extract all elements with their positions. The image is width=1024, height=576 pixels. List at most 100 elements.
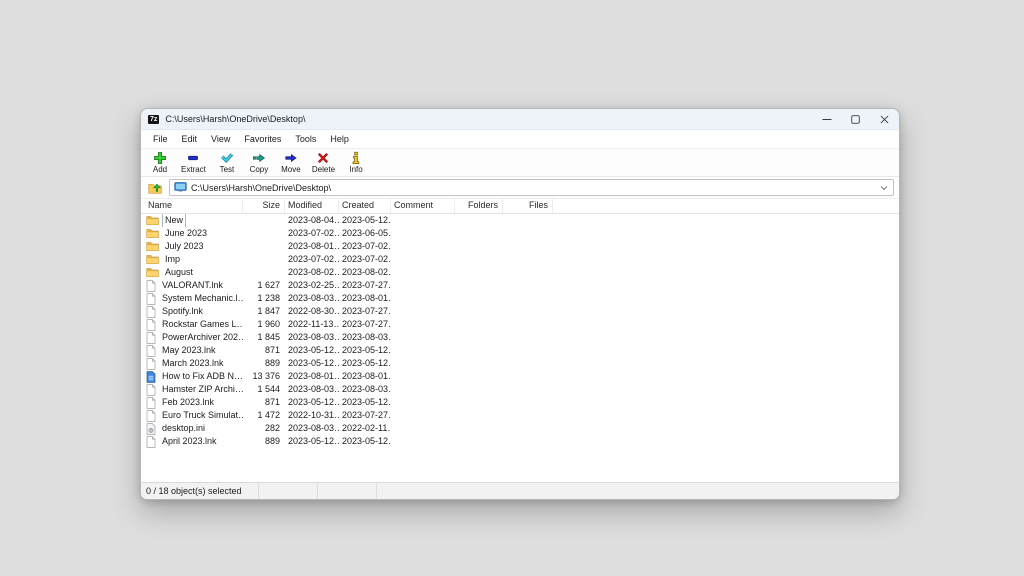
file-name: desktop.ini [159,422,208,435]
file-comment [391,383,455,396]
delete-button[interactable]: Delete [307,151,340,175]
file-row[interactable]: Feb 2023.lnk8712023-05-12…2023-05-12… [141,396,899,409]
tool-label: Add [153,165,167,175]
chevron-down-icon [880,185,888,191]
file-row[interactable]: desktop.ini2822023-08-03…2022-02-11… [141,422,899,435]
file-created: 2023-07-27… [339,318,391,331]
title-bar[interactable]: 7z C:\Users\Harsh\OneDrive\Desktop\ [141,109,899,130]
file-name: VALORANT.lnk [159,279,226,292]
menu-tools[interactable]: Tools [288,130,323,148]
file-name: Rockstar Games L… [159,318,243,331]
menu-file[interactable]: File [146,130,175,148]
extract-button[interactable]: Extract [176,151,211,175]
file-row[interactable]: May 2023.lnk8712023-05-12…2023-05-12… [141,344,899,357]
file-folders [455,279,503,292]
file-folders [455,305,503,318]
file-row[interactable]: How to Fix ADB N…13 3762023-08-01…2023-0… [141,370,899,383]
file-comment [391,396,455,409]
file-folders [455,240,503,253]
add-button[interactable]: Add [144,151,176,175]
test-button[interactable]: Test [211,151,243,175]
file-row[interactable]: April 2023.lnk8892023-05-12…2023-05-12… [141,435,899,448]
tool-label: Test [220,165,235,175]
file-name: System Mechanic.l… [159,292,243,305]
file-row[interactable]: System Mechanic.l…1 2382023-08-03…2023-0… [141,292,899,305]
file-size: 1 544 [243,383,285,396]
move-button[interactable]: Move [275,151,307,175]
file-row[interactable]: Spotify.lnk1 8472022-08-30…2023-07-27… [141,305,899,318]
info-button[interactable]: Info [340,151,372,175]
file-row[interactable]: March 2023.lnk8892023-05-12…2023-05-12… [141,357,899,370]
close-button[interactable] [870,109,899,129]
folder-icon [146,215,159,226]
file-icon [146,319,156,331]
minimize-button[interactable] [812,109,841,129]
column-header-files[interactable]: Files [503,199,553,213]
column-header-name[interactable]: Name [145,199,243,213]
file-size [243,240,285,253]
file-folders [455,318,503,331]
menu-bar: FileEditViewFavoritesToolsHelp [141,130,899,149]
maximize-button[interactable] [841,109,870,129]
file-created: 2023-07-27… [339,279,391,292]
file-row[interactable]: Imp2023-07-02…2023-07-02… [141,253,899,266]
file-folders [455,331,503,344]
file-row[interactable]: Euro Truck Simulat…1 4722022-10-31…2023-… [141,409,899,422]
file-folders [455,396,503,409]
file-icon [146,384,156,396]
file-folders [455,344,503,357]
file-size [243,227,285,240]
column-header-comment[interactable]: Comment [391,199,455,213]
file-row[interactable]: VALORANT.lnk1 6272023-02-25…2023-07-27… [141,279,899,292]
file-name: New [162,214,186,227]
file-created: 2023-05-12… [339,357,391,370]
file-name: Imp [162,253,183,266]
file-name: March 2023.lnk [159,357,227,370]
file-row[interactable]: June 20232023-07-02…2023-06-05… [141,227,899,240]
menu-help[interactable]: Help [323,130,356,148]
file-created: 2023-08-02… [339,266,391,279]
tool-label: Extract [181,165,206,175]
file-size: 1 238 [243,292,285,305]
file-row[interactable]: New2023-08-04…2023-05-12… [141,214,899,227]
file-name-cell: Euro Truck Simulat… [145,409,243,422]
file-folders [455,253,503,266]
file-name-cell: May 2023.lnk [145,344,243,357]
file-row[interactable]: PowerArchiver 202…1 8452023-08-03…2023-0… [141,331,899,344]
file-row[interactable]: Rockstar Games L…1 9602022-11-13…2023-07… [141,318,899,331]
file-modified: 2022-10-31… [285,409,339,422]
menu-favorites[interactable]: Favorites [237,130,288,148]
address-dropdown-button[interactable] [880,185,889,191]
file-files [503,344,553,357]
file-folders [455,383,503,396]
parent-folder-icon [148,181,162,194]
menu-view[interactable]: View [204,130,237,148]
status-cell [377,483,899,499]
column-header-folders[interactable]: Folders [455,199,503,213]
file-modified: 2023-08-01… [285,370,339,383]
copy-button[interactable]: Copy [243,151,275,175]
file-row[interactable]: Hamster ZIP Archi…1 5442023-08-03…2023-0… [141,383,899,396]
app-icon[interactable]: 7z [148,115,159,124]
file-modified: 2023-08-01… [285,240,339,253]
menu-edit[interactable]: Edit [175,130,205,148]
file-comment [391,292,455,305]
file-icon [146,345,156,357]
address-combobox[interactable]: C:\Users\Harsh\OneDrive\Desktop\ [169,179,894,196]
file-modified: 2023-08-03… [285,292,339,305]
file-created: 2023-07-27… [339,305,391,318]
file-created: 2023-08-01… [339,292,391,305]
file-name-cell: July 2023 [145,240,243,253]
file-name-cell: April 2023.lnk [145,435,243,448]
file-created: 2023-05-12… [339,435,391,448]
column-header-modified[interactable]: Modified [285,199,339,213]
file-created: 2022-02-11… [339,422,391,435]
file-row[interactable]: August2023-08-02…2023-08-02… [141,266,899,279]
file-name-cell: desktop.ini [145,422,243,435]
file-comment [391,279,455,292]
file-row[interactable]: July 20232023-08-01…2023-07-02… [141,240,899,253]
column-header-created[interactable]: Created [339,199,391,213]
parent-folder-button[interactable] [146,180,164,196]
file-modified: 2023-08-02… [285,266,339,279]
column-header-size[interactable]: Size [243,199,285,213]
